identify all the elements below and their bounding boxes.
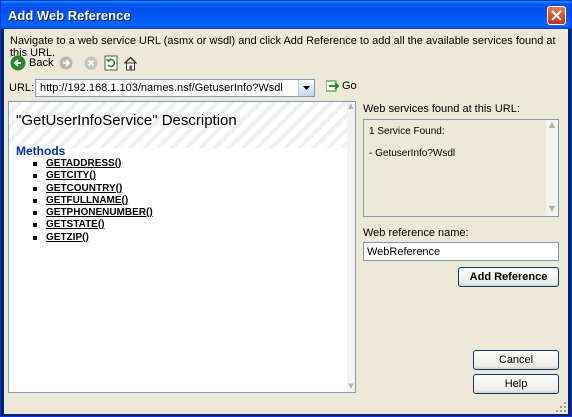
cancel-button[interactable]: Cancel bbox=[473, 350, 559, 370]
forward-button[interactable] bbox=[59, 53, 73, 73]
services-scrollbar[interactable]: ▲ ▼ bbox=[546, 120, 558, 216]
chevron-down-icon bbox=[303, 86, 310, 90]
method-link[interactable]: GETSTATE() bbox=[33, 219, 153, 231]
method-link[interactable]: GETCOUNTRY() bbox=[33, 183, 153, 195]
url-combobox[interactable]: http://192.168.1.103/names.nsf/GetuserIn… bbox=[35, 79, 315, 97]
method-link[interactable]: GETADDRESS() bbox=[33, 158, 153, 170]
back-arrow-icon bbox=[10, 55, 26, 71]
title-bar[interactable]: Add Web Reference bbox=[1, 1, 571, 29]
refresh-icon bbox=[104, 55, 118, 71]
close-button[interactable] bbox=[547, 6, 566, 25]
back-button[interactable]: Back bbox=[10, 53, 53, 73]
add-web-reference-dialog: Add Web Reference Navigate to a web serv… bbox=[0, 0, 572, 417]
back-label: Back bbox=[29, 57, 54, 69]
reference-name-field[interactable] bbox=[363, 242, 559, 261]
close-icon bbox=[551, 10, 562, 21]
url-value[interactable]: http://192.168.1.103/names.nsf/GetuserIn… bbox=[40, 82, 283, 94]
method-link[interactable]: GETFULLNAME() bbox=[33, 195, 153, 207]
method-link[interactable]: GETZIP() bbox=[33, 232, 153, 244]
method-link[interactable]: GETPHONENUMBER() bbox=[33, 207, 153, 219]
add-reference-button[interactable]: Add Reference bbox=[458, 267, 559, 287]
resize-grip-icon[interactable] bbox=[555, 401, 567, 413]
services-list[interactable]: 1 Service Found: - GetuserInfo?Wsdl ▲ ▼ bbox=[363, 119, 559, 217]
scroll-down-icon[interactable]: ▼ bbox=[546, 204, 558, 216]
reference-name-input[interactable] bbox=[364, 243, 554, 260]
methods-list: GETADDRESS() GETCITY() GETCOUNTRY() GETF… bbox=[33, 158, 153, 244]
go-label: Go bbox=[342, 80, 357, 92]
go-arrow-icon bbox=[326, 80, 340, 92]
browser-scrollbar[interactable]: ▲ ▼ bbox=[347, 102, 355, 392]
reference-name-label: Web reference name: bbox=[363, 227, 469, 239]
help-button[interactable]: Help bbox=[473, 374, 559, 394]
home-icon bbox=[124, 56, 137, 70]
window-title: Add Web Reference bbox=[8, 8, 131, 23]
services-count: 1 Service Found: bbox=[369, 126, 445, 137]
url-label: URL: bbox=[9, 82, 35, 94]
dialog-body: Navigate to a web service URL (asmx or w… bbox=[4, 29, 568, 414]
scroll-down-icon[interactable]: ▼ bbox=[347, 382, 355, 392]
url-dropdown-button[interactable] bbox=[298, 80, 314, 96]
refresh-button[interactable] bbox=[104, 53, 118, 73]
status-bar bbox=[4, 398, 568, 414]
scroll-up-icon[interactable]: ▲ bbox=[347, 102, 355, 112]
forward-arrow-icon bbox=[59, 56, 73, 70]
method-link[interactable]: GETCITY() bbox=[33, 170, 153, 182]
scroll-up-icon[interactable]: ▲ bbox=[546, 120, 558, 132]
service-description-title: "GetUserInfoService" Description bbox=[16, 112, 237, 129]
stop-button[interactable] bbox=[84, 53, 98, 73]
service-item[interactable]: - GetuserInfo?Wsdl bbox=[369, 148, 455, 159]
stop-icon bbox=[84, 56, 98, 70]
home-button[interactable] bbox=[123, 53, 138, 73]
service-description-browser[interactable]: "GetUserInfoService" Description Methods… bbox=[8, 101, 356, 393]
go-button[interactable]: Go bbox=[326, 80, 357, 92]
services-label: Web services found at this URL: bbox=[363, 103, 520, 115]
methods-heading: Methods bbox=[16, 144, 66, 158]
